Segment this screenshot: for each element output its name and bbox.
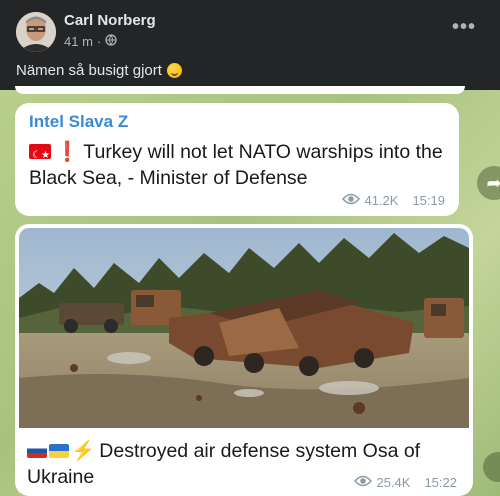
more-dots-icon[interactable]: •••	[452, 16, 476, 39]
message-1-views: 41.2K	[364, 193, 399, 208]
post-header: Carl Norberg 41 m · ••• Nämen så busigt …	[0, 0, 500, 90]
globe-icon	[105, 34, 117, 49]
post-time[interactable]: 41 m	[64, 34, 93, 49]
message-1-info: 41.2K 15:19	[342, 193, 445, 208]
turkey-flag-icon	[29, 143, 51, 169]
ukraine-flag-icon	[49, 444, 69, 458]
exclamation-icon: ❗	[55, 141, 80, 163]
author-name[interactable]: Carl Norberg	[64, 12, 156, 29]
lightning-icon: ⚡	[71, 440, 96, 462]
post-meta: 41 m ·	[64, 34, 117, 49]
message-2-info: 25.4K 15:22	[354, 475, 457, 490]
smirk-emoji-icon	[166, 63, 182, 78]
russia-flag-icon	[27, 444, 47, 458]
previous-message-bubble	[15, 86, 465, 94]
eye-icon	[354, 475, 373, 490]
message-text-1: ❗Turkey will not let NATO warships into …	[29, 139, 449, 191]
message-2-views: 25.4K	[376, 475, 411, 490]
caption-text: Nämen så busigt gjort	[16, 62, 162, 79]
message-1-body: Turkey will not let NATO warships into t…	[29, 141, 443, 189]
message-bubble-2: ⚡ Destroyed air defense system Osa of Ukr…	[15, 224, 473, 496]
message-1-time: 15:19	[412, 193, 445, 208]
post-caption: Nämen så busigt gjort	[16, 62, 182, 79]
channel-name: Intel Slava Z	[29, 112, 129, 131]
destroyed-vehicle-photo	[19, 228, 469, 428]
meta-separator: ·	[96, 34, 102, 49]
message-bubble-1: Intel Slava Z ❗Turkey will not let NATO …	[15, 103, 459, 216]
eye-icon	[342, 193, 361, 208]
avatar[interactable]	[16, 12, 56, 52]
message-2-time: 15:22	[424, 475, 457, 490]
